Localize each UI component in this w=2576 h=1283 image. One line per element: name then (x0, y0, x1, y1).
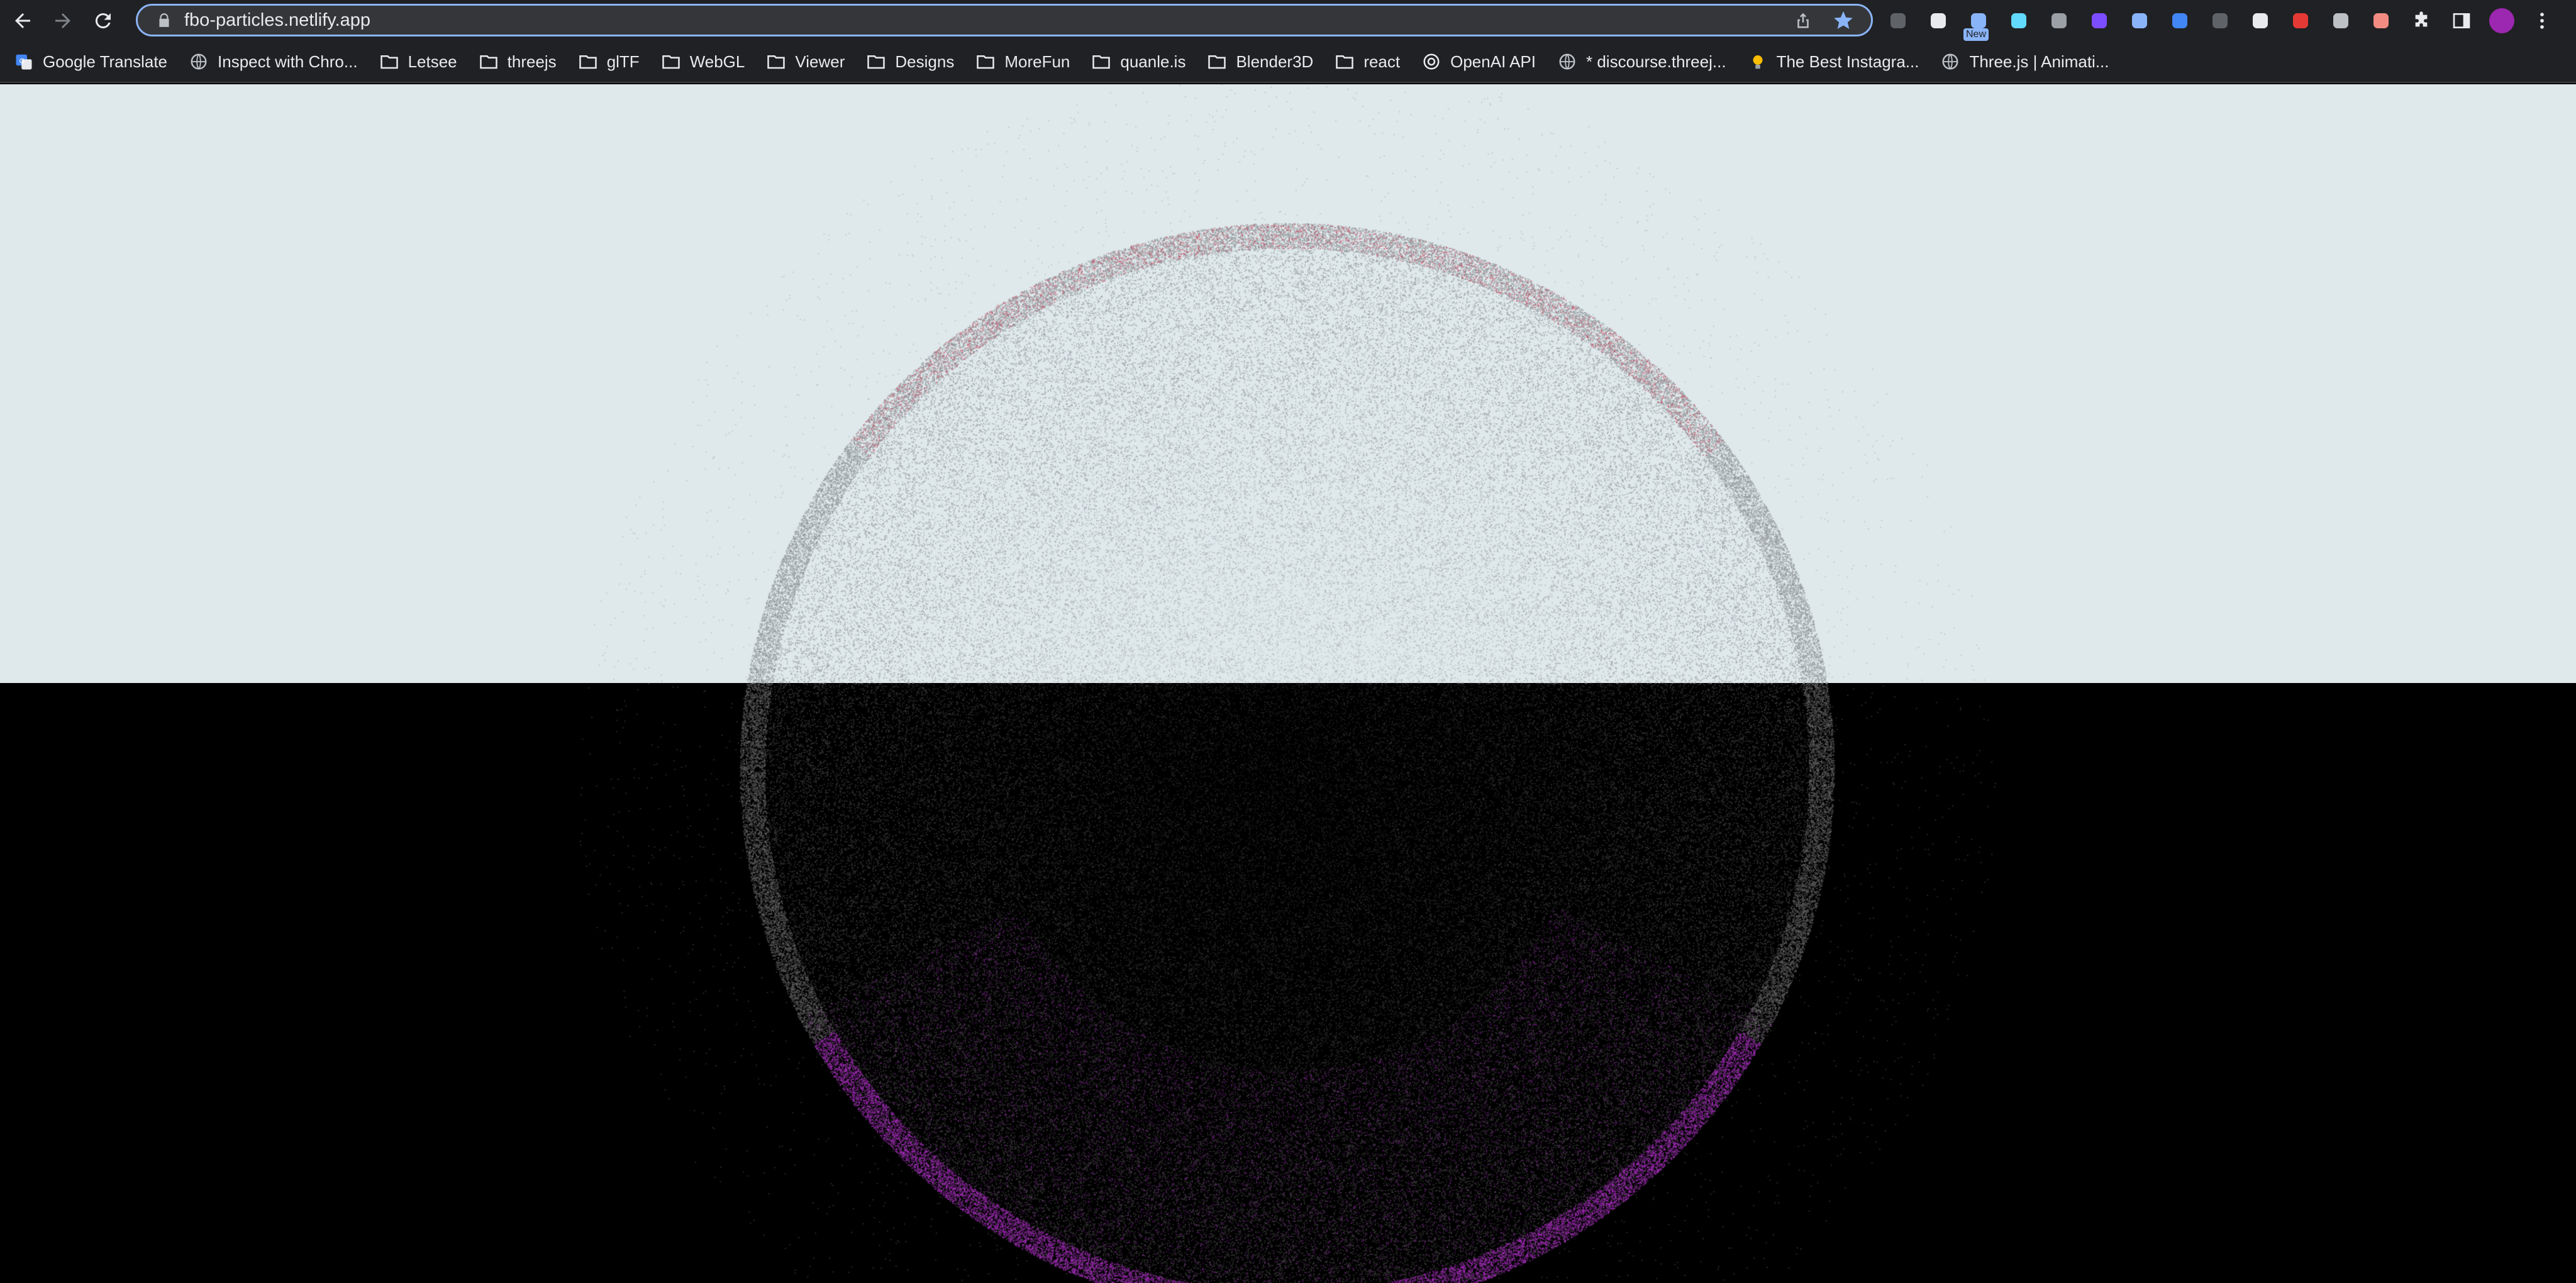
signal-extension-icon[interactable] (2046, 8, 2072, 33)
diamond-extension-icon[interactable] (2167, 8, 2192, 33)
bookmark-label: quanle.is (1120, 52, 1186, 71)
reload-icon (95, 13, 111, 29)
folder-icon (379, 52, 399, 72)
bookmark-label: * discourse.threej... (1586, 52, 1726, 71)
capsule-extension-icon[interactable] (2368, 8, 2394, 33)
bookmark-item[interactable]: react (1335, 52, 1400, 72)
bookmark-star-icon[interactable] (1831, 8, 1856, 33)
bookmark-item[interactable]: quanle.is (1091, 52, 1185, 72)
lightbulb-icon (1748, 52, 1768, 72)
bookmark-item[interactable]: threejs (479, 52, 557, 72)
bookmark-label: Designs (895, 52, 955, 71)
folder-icon (1091, 52, 1111, 72)
bookmark-label: Letsee (408, 52, 457, 71)
forward-button[interactable] (45, 3, 80, 38)
google-translate-icon: G (14, 52, 34, 72)
bookmark-label: OpenAI API (1450, 52, 1536, 71)
globe-icon (1557, 52, 1577, 72)
bookmark-item[interactable]: glTF (578, 52, 640, 72)
folder-icon (766, 52, 786, 72)
back-arrow-icon (15, 13, 30, 28)
menu-kebab-icon[interactable] (2529, 8, 2555, 33)
bookmark-label: WebGL (689, 52, 745, 71)
bookmark-item[interactable]: OpenAI API (1421, 52, 1536, 72)
bookmark-label: react (1363, 52, 1401, 71)
bookmark-item[interactable]: * discourse.threej... (1557, 52, 1726, 72)
bookmark-label: threejs (507, 52, 557, 71)
bookmark-label: Viewer (795, 52, 845, 71)
globe-icon (189, 52, 209, 72)
circle-extension-icon[interactable] (1926, 8, 1951, 33)
bookmark-label: MoreFun (1004, 52, 1070, 71)
svg-text:G: G (19, 58, 25, 65)
back-button[interactable] (5, 3, 40, 38)
bookmark-item[interactable]: Inspect with Chro... (189, 52, 358, 72)
bookmark-item[interactable]: Three.js | Animati... (1940, 52, 2109, 72)
bookmark-label: glTF (606, 52, 640, 71)
react-devtools-icon[interactable] (2006, 8, 2031, 33)
particle-sphere-canvas[interactable] (0, 84, 2576, 1283)
folder-icon (866, 52, 886, 72)
folder-icon (975, 52, 996, 72)
recycle-extension-icon[interactable] (1885, 8, 1911, 33)
bookmark-item[interactable]: The Best Instagra... (1748, 52, 1919, 72)
new-badge: New (1963, 28, 1989, 41)
red-extension-icon[interactable] (2288, 8, 2313, 33)
folder-icon (1335, 52, 1355, 72)
forward-arrow-icon (55, 13, 70, 28)
purple-extension-icon[interactable] (2087, 8, 2112, 33)
share-icon[interactable] (1790, 8, 1816, 33)
extensions-area: New (1885, 4, 2570, 41)
folder-icon (479, 52, 499, 72)
bookmark-label: The Best Instagra... (1776, 52, 1919, 71)
reload-button[interactable] (86, 3, 121, 38)
folder-icon (661, 52, 681, 72)
address-bar[interactable]: fbo-particles.netlify.app (136, 4, 1873, 36)
docs-extension-icon[interactable] (2127, 8, 2152, 33)
bookmark-label: Inspect with Chro... (218, 52, 358, 71)
notion-icon[interactable] (2248, 8, 2273, 33)
bookmark-label: Google Translate (43, 52, 168, 71)
bookmark-label: Blender3D (1236, 52, 1314, 71)
bookmark-item[interactable]: Blender3D (1207, 52, 1313, 72)
bookmark-item[interactable]: MoreFun (975, 52, 1070, 72)
puzzle-icon[interactable] (2409, 8, 2434, 33)
new-extension-icon[interactable]: New (1963, 8, 1991, 41)
lock-icon[interactable] (152, 8, 177, 33)
browser-toolbar: fbo-particles.netlify.app New (0, 0, 2576, 42)
folder-icon (1207, 52, 1227, 72)
bookmarks-bar: G Google Translate Inspect with Chro... Let… (0, 42, 2576, 83)
folder-icon (578, 52, 598, 72)
globe-icon (1940, 52, 1960, 72)
profile-avatar[interactable] (2489, 8, 2514, 33)
bookmark-item[interactable]: Viewer (766, 52, 845, 72)
url-text[interactable]: fbo-particles.netlify.app (184, 10, 1790, 31)
bookmark-item[interactable]: G Google Translate (14, 52, 167, 72)
openai-icon (1421, 52, 1441, 72)
screenshot-extension-icon[interactable] (2207, 8, 2233, 33)
bookmark-item[interactable]: Designs (866, 52, 954, 72)
bookmark-item[interactable]: WebGL (661, 52, 745, 72)
bookmark-label: Three.js | Animati... (1969, 52, 2109, 71)
page-viewport (0, 84, 2576, 1283)
bookmark-item[interactable]: Letsee (379, 52, 457, 72)
target-extension-icon[interactable] (2328, 8, 2353, 33)
side-panel-icon[interactable] (2449, 8, 2474, 33)
